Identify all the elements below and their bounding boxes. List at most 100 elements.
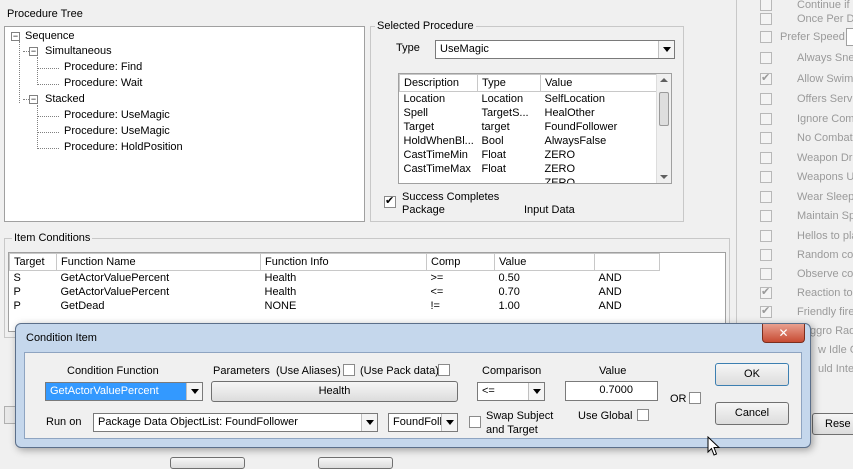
column-header-comp[interactable]: Comp: [426, 253, 495, 271]
option-checkbox[interactable]: [760, 113, 772, 125]
bottom-button-1[interactable]: [170, 457, 245, 469]
column-header-type[interactable]: Type: [477, 74, 541, 92]
column-header-function-info[interactable]: Function Info: [260, 253, 427, 271]
option-friendly-fire[interactable]: Friendly fire: [760, 303, 853, 322]
chevron-down-icon[interactable]: [528, 383, 544, 400]
scroll-thumb[interactable]: [659, 92, 669, 126]
column-header-value[interactable]: Value: [540, 74, 658, 92]
option-checkbox[interactable]: [760, 52, 772, 64]
parameter-health-button[interactable]: Health: [211, 381, 458, 402]
column-header-value[interactable]: Value: [494, 253, 595, 271]
table-row[interactable]: S GetActorValuePercent Health >= 0.50 AND: [10, 271, 660, 285]
use-aliases-checkbox[interactable]: [343, 364, 355, 376]
option-always-sneak[interactable]: Always Sne: [760, 49, 853, 68]
condition-function-select[interactable]: GetActorValuePercent: [45, 382, 203, 401]
tree-node-sequence[interactable]: Sequence: [25, 30, 75, 42]
tree-node-usemagic-1[interactable]: Procedure: UseMagic: [64, 109, 170, 121]
column-header-target[interactable]: Target: [9, 253, 57, 271]
chevron-down-icon[interactable]: [441, 414, 457, 431]
table-row[interactable]: Target target FoundFollower: [400, 120, 658, 134]
bottom-button-2[interactable]: [318, 457, 393, 469]
option-checkbox[interactable]: [760, 285, 772, 299]
prefer-speed-field[interactable]: [846, 28, 853, 46]
option-random-conversations[interactable]: Random co: [760, 246, 853, 265]
option-checkbox[interactable]: [760, 230, 772, 242]
table-row[interactable]: HoldWhenBl... Bool AlwaysFalse: [400, 134, 658, 148]
tree-node-holdposition[interactable]: Procedure: HoldPosition: [64, 141, 183, 153]
option-wear-sleep[interactable]: Wear Sleep: [760, 188, 853, 207]
option-observe-combat[interactable]: Observe co: [760, 265, 853, 284]
procedure-tree[interactable]: − Sequence − Simultaneous Procedure: Fin…: [4, 26, 365, 222]
run-on-label: Run on: [46, 416, 82, 428]
option-offers-services[interactable]: Offers Servi: [760, 90, 853, 109]
collapse-simultaneous-icon[interactable]: −: [29, 47, 38, 56]
scroll-down-icon[interactable]: [660, 175, 668, 179]
ok-button[interactable]: OK: [715, 363, 789, 386]
success-completes-label: Success Completes: [402, 191, 500, 203]
option-maintain-speed[interactable]: Maintain Sp: [760, 207, 853, 226]
option-checkbox[interactable]: [760, 210, 772, 222]
tree-node-wait[interactable]: Procedure: Wait: [64, 77, 142, 89]
table-row[interactable]: ...... ZERO: [400, 176, 658, 184]
tree-node-find[interactable]: Procedure: Find: [64, 61, 142, 73]
option-allow-swimming[interactable]: Allow Swim: [760, 70, 853, 89]
option-checkbox[interactable]: [760, 152, 772, 164]
table-row[interactable]: P GetActorValuePercent Health <= 0.70 AND: [10, 285, 660, 299]
option-checkbox[interactable]: [760, 13, 772, 25]
tree-node-simultaneous[interactable]: Simultaneous: [45, 45, 112, 57]
run-on-reference-select[interactable]: FoundFollo: [388, 413, 458, 432]
scroll-up-icon[interactable]: [660, 78, 668, 82]
table-row[interactable]: CastTimeMax Float ZERO: [400, 162, 658, 176]
or-checkbox[interactable]: [689, 392, 701, 404]
option-no-combat[interactable]: No Combat: [760, 129, 853, 148]
option-checkbox[interactable]: [760, 191, 772, 203]
option-weapons-unequipped[interactable]: Weapons U: [760, 168, 853, 187]
option-checkbox[interactable]: [760, 132, 772, 144]
procedure-data-list[interactable]: Description Type Value Location Location S…: [398, 73, 672, 184]
chevron-down-icon[interactable]: [361, 414, 377, 431]
table-row[interactable]: CastTimeMin Float ZERO: [400, 148, 658, 162]
option-weapon-drawn[interactable]: Weapon Dr: [760, 149, 853, 168]
or-label: OR: [670, 393, 687, 405]
option-hellos-to-player[interactable]: Hellos to pla: [760, 227, 853, 246]
option-checkbox[interactable]: [760, 93, 772, 105]
run-on-reference-value: FoundFollo: [393, 416, 449, 428]
collapse-stacked-icon[interactable]: −: [29, 95, 38, 104]
comparison-select[interactable]: <=: [477, 382, 545, 401]
option-checkbox[interactable]: [760, 71, 772, 85]
column-header-function-name[interactable]: Function Name: [56, 253, 261, 271]
option-once-per-day[interactable]: Once Per D: [760, 10, 853, 29]
close-icon[interactable]: ✕: [762, 324, 805, 343]
chevron-down-icon[interactable]: [658, 41, 674, 58]
option-checkbox[interactable]: [760, 171, 772, 183]
table-row[interactable]: Spell TargetS... HealOther: [400, 106, 658, 120]
table-row[interactable]: Location Location SelfLocation: [400, 92, 658, 106]
option-prefer-speed[interactable]: Prefer Speed: [760, 28, 853, 47]
collapse-sequence-icon[interactable]: −: [11, 32, 20, 41]
column-header-connector[interactable]: [594, 253, 660, 271]
column-header-description[interactable]: Description: [399, 74, 478, 92]
cancel-button[interactable]: Cancel: [715, 402, 789, 425]
item-conditions-list[interactable]: Target Function Name Function Info Comp …: [8, 252, 726, 332]
chevron-down-icon[interactable]: [186, 383, 202, 400]
run-on-select[interactable]: Package Data ObjectList: FoundFollower: [93, 413, 378, 432]
use-pack-data-checkbox[interactable]: [438, 364, 450, 376]
mouse-cursor-icon: [707, 436, 721, 456]
reset-button[interactable]: Rese: [812, 413, 853, 435]
option-checkbox[interactable]: [760, 268, 772, 280]
option-checkbox[interactable]: [760, 31, 772, 43]
use-global-checkbox[interactable]: [637, 409, 649, 421]
input-data-label: Input Data: [524, 204, 575, 216]
option-ignore-combat[interactable]: Ignore Comb: [760, 110, 853, 129]
value-input[interactable]: 0.7000: [565, 381, 658, 401]
tree-node-usemagic-2[interactable]: Procedure: UseMagic: [64, 125, 170, 137]
success-completes-checkbox[interactable]: [384, 194, 396, 208]
option-checkbox[interactable]: [760, 249, 772, 261]
type-select[interactable]: UseMagic: [435, 40, 675, 59]
vertical-scrollbar[interactable]: [656, 74, 671, 183]
swap-subject-checkbox[interactable]: [469, 416, 481, 428]
tree-node-stacked[interactable]: Stacked: [45, 93, 85, 105]
option-reaction-to[interactable]: Reaction to: [760, 284, 853, 303]
table-row[interactable]: P GetDead NONE != 1.00 AND: [10, 299, 660, 313]
option-checkbox[interactable]: [760, 304, 772, 318]
